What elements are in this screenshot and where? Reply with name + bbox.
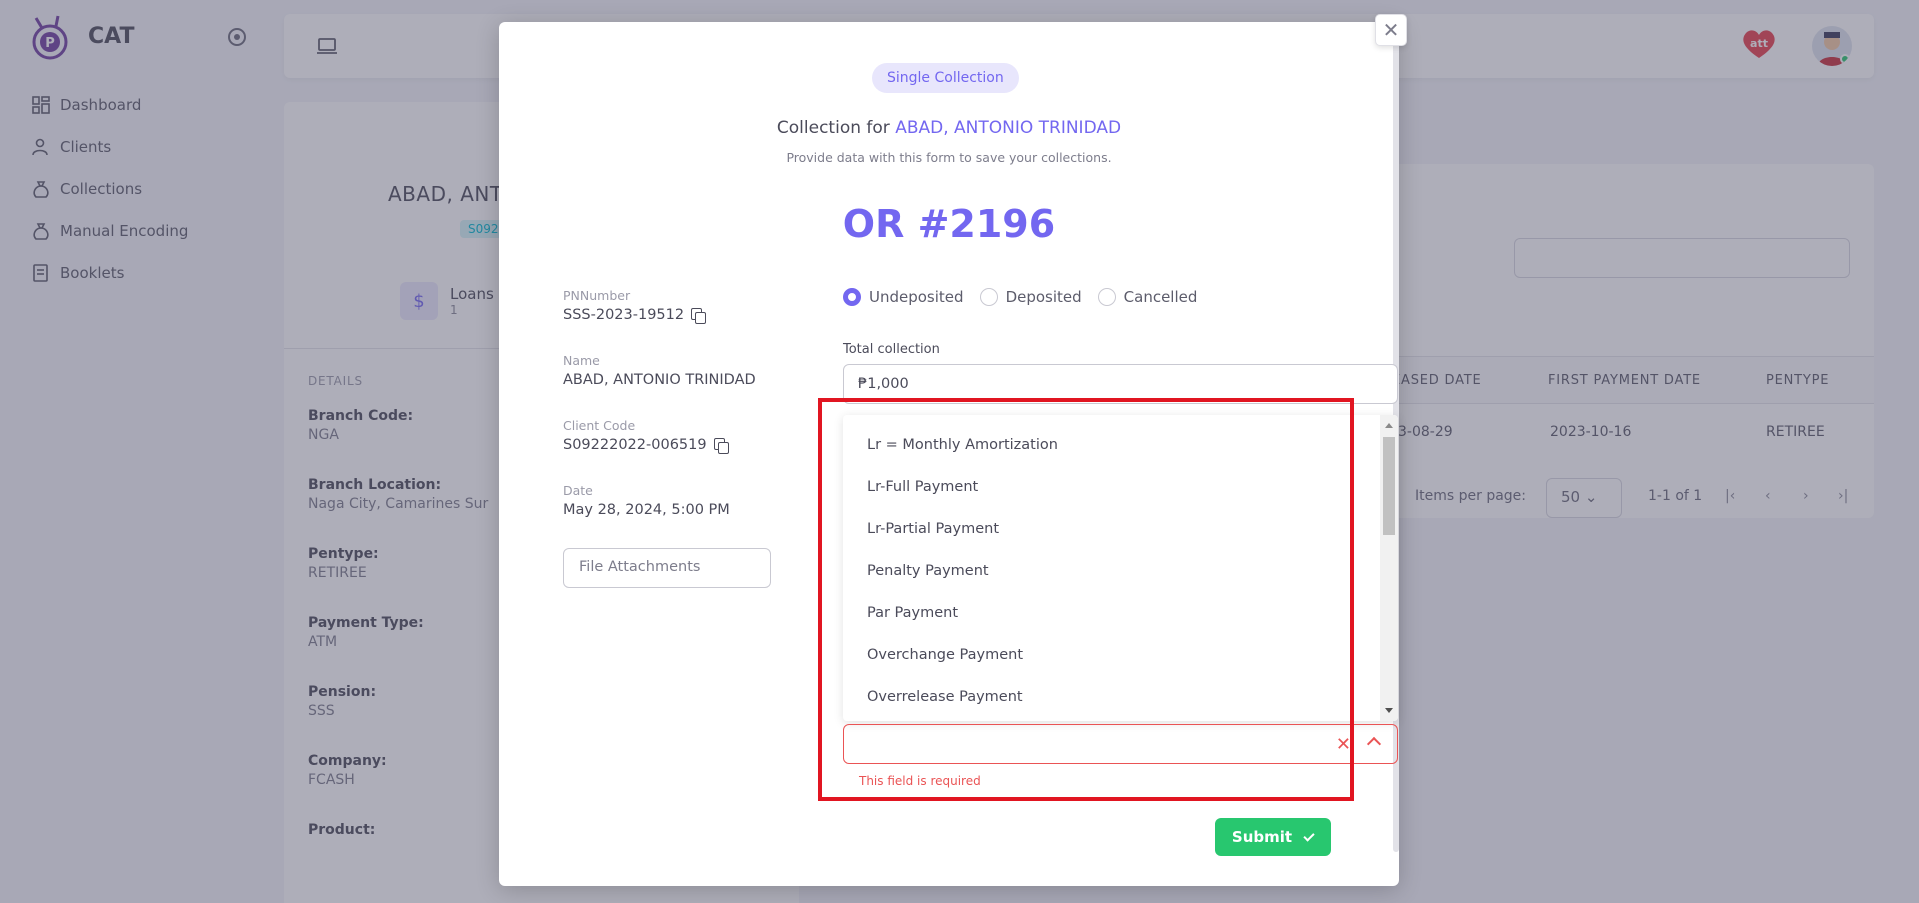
- dropdown-option[interactable]: Penalty Payment: [843, 550, 1398, 592]
- dropdown-option[interactable]: Overrelease Payment: [843, 676, 1398, 718]
- check-icon: [1303, 829, 1315, 842]
- modal-subtitle: Provide data with this form to save your…: [786, 150, 1112, 165]
- date-value: May 28, 2024, 5:00 PM: [563, 502, 730, 518]
- client-code-label: Client Code: [563, 418, 636, 433]
- modal-title-prefix: Collection for: [776, 118, 896, 138]
- scroll-thumb[interactable]: [1383, 437, 1395, 535]
- or-number: OR #2196: [842, 202, 1056, 246]
- close-icon[interactable]: ✕: [1375, 14, 1407, 46]
- dropdown-option[interactable]: Lr-Full Payment: [843, 466, 1398, 508]
- pn-number-value: SSS-2023-19512: [563, 307, 773, 324]
- payment-type-dropdown: Lr = Monthly Amortization Lr-Full Paymen…: [843, 415, 1398, 721]
- chevron-up-icon[interactable]: [1366, 736, 1382, 752]
- copy-icon[interactable]: [691, 308, 707, 324]
- dropdown-option[interactable]: Lr-Partial Payment: [843, 508, 1398, 550]
- modal-title: Collection for ABAD, ANTONIO TRINIDAD: [499, 118, 1399, 138]
- dropdown-option[interactable]: Par Payment: [843, 592, 1398, 634]
- copy-icon[interactable]: [713, 438, 729, 454]
- client-code-value: S09222022-006519: [563, 437, 773, 454]
- radio-label: Undeposited: [869, 288, 964, 306]
- single-collection-pill: Single Collection: [872, 63, 1019, 93]
- scroll-up-icon[interactable]: [1385, 423, 1393, 428]
- dropdown-scrollbar[interactable]: [1380, 415, 1398, 721]
- total-collection-label: Total collection: [843, 342, 940, 357]
- pn-number-label: PNNumber: [563, 288, 631, 303]
- radio-label: Deposited: [1005, 288, 1082, 306]
- radio-deposited[interactable]: Deposited: [979, 288, 1082, 306]
- status-radio-group: Undeposited Deposited Cancelled: [843, 288, 1213, 306]
- radio-unchecked-icon: [1097, 288, 1116, 306]
- total-collection-input[interactable]: [843, 364, 1398, 404]
- file-attachments-button[interactable]: File Attachments: [563, 548, 771, 588]
- name-label: Name: [563, 353, 600, 368]
- radio-checked-icon: [843, 288, 861, 306]
- payment-type-select[interactable]: ✕: [843, 724, 1398, 764]
- modal-title-client: ABAD, ANTONIO TRINIDAD: [895, 118, 1122, 138]
- submit-button[interactable]: Submit: [1215, 818, 1331, 856]
- date-label: Date: [563, 483, 593, 498]
- radio-undeposited[interactable]: Undeposited: [843, 288, 964, 306]
- clear-icon[interactable]: ✕: [1336, 734, 1351, 755]
- submit-label: Submit: [1231, 828, 1293, 846]
- client-code-text: S09222022-006519: [563, 437, 707, 453]
- dropdown-options: Lr = Monthly Amortization Lr-Full Paymen…: [843, 415, 1398, 718]
- radio-label: Cancelled: [1123, 288, 1198, 306]
- name-value: ABAD, ANTONIO TRINIDAD: [563, 372, 756, 388]
- loan-info: PNNumber SSS-2023-19512 Name ABAD, ANTON…: [563, 288, 773, 588]
- radio-unchecked-icon: [979, 288, 998, 306]
- collection-modal: Single Collection Collection for ABAD, A…: [499, 22, 1399, 886]
- pn-number-text: SSS-2023-19512: [563, 307, 685, 323]
- field-required-error: This field is required: [859, 774, 981, 788]
- scroll-down-icon[interactable]: [1385, 708, 1393, 713]
- dropdown-option[interactable]: Overchange Payment: [843, 634, 1398, 676]
- dropdown-option[interactable]: Lr = Monthly Amortization: [843, 424, 1398, 466]
- radio-cancelled[interactable]: Cancelled: [1097, 288, 1198, 306]
